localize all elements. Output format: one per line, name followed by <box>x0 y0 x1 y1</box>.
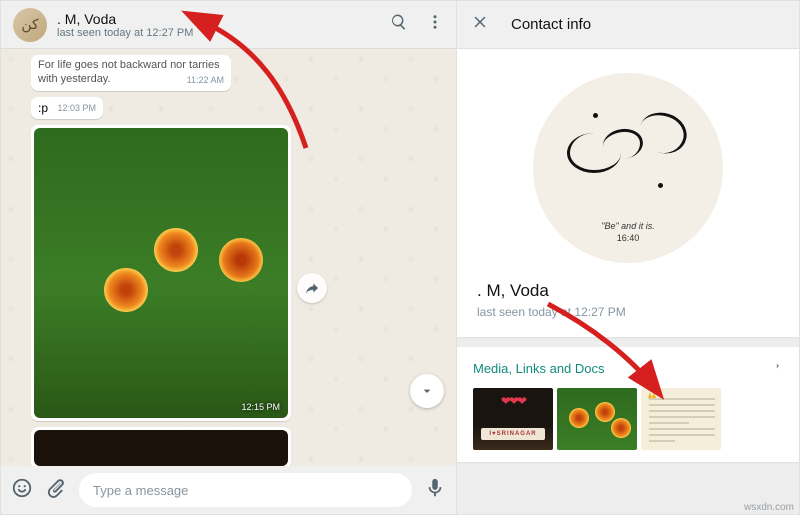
image-dark <box>34 430 288 466</box>
media-title: Media, Links and Docs <box>473 361 605 376</box>
message-input[interactable]: Type a message <box>79 473 412 507</box>
input-placeholder: Type a message <box>93 483 188 498</box>
chat-header[interactable]: كن . M, Voda last seen today at 12:27 PM <box>1 1 456 49</box>
pic-caption-1: "Be" and it is. <box>533 221 723 231</box>
attach-icon[interactable] <box>45 477 67 504</box>
scroll-down-button[interactable] <box>410 374 444 408</box>
calligraphy-art <box>563 107 692 198</box>
chat-header-title[interactable]: . M, Voda last seen today at 12:27 PM <box>57 11 390 39</box>
contact-info-panel: Contact info "Be" and it is. 16:40 . M, … <box>457 1 799 514</box>
contact-name: . M, Voda <box>57 11 390 27</box>
image-flowers: 12:15 PM <box>34 128 288 418</box>
message-time: 12:03 PM <box>57 103 96 113</box>
emoji-icon[interactable] <box>11 477 33 504</box>
message-time: 12:15 PM <box>241 402 280 412</box>
contact-info-body[interactable]: "Be" and it is. 16:40 . M, Voda last see… <box>457 49 799 514</box>
chat-panel: كن . M, Voda last seen today at 12:27 PM… <box>1 1 457 514</box>
profile-picture[interactable]: "Be" and it is. 16:40 <box>533 73 723 263</box>
profile-name: . M, Voda <box>477 281 779 301</box>
media-links-docs-card[interactable]: Media, Links and Docs ❤❤❤ I♥SRINAGAR ❝ <box>457 347 799 462</box>
profile-card: "Be" and it is. 16:40 . M, Voda last see… <box>457 49 799 337</box>
media-thumbnails: ❤❤❤ I♥SRINAGAR ❝ <box>473 388 783 450</box>
message-image[interactable]: 12:15 PM <box>31 125 291 421</box>
chat-body[interactable]: For life goes not backward nor tarries w… <box>1 49 456 466</box>
menu-icon[interactable] <box>426 13 444 36</box>
media-thumb-1[interactable]: ❤❤❤ I♥SRINAGAR <box>473 388 553 450</box>
close-icon[interactable] <box>471 13 489 36</box>
message-image-dark[interactable] <box>31 427 291 467</box>
chevron-right-icon[interactable] <box>773 359 783 378</box>
panel-title: Contact info <box>511 16 591 33</box>
message-text: :p <box>38 101 48 115</box>
message-time: 11:22 AM <box>187 75 224 86</box>
message-small[interactable]: :p 12:03 PM <box>31 97 103 119</box>
pic-caption-2: 16:40 <box>533 233 723 243</box>
forward-icon[interactable] <box>297 273 327 303</box>
search-icon[interactable] <box>390 13 408 36</box>
message-composer: Type a message <box>1 466 456 514</box>
watermark: wsxdn.com <box>744 502 794 513</box>
contact-status: last seen today at 12:27 PM <box>57 27 390 39</box>
mic-icon[interactable] <box>424 477 446 504</box>
media-thumb-3[interactable]: ❝ <box>641 388 721 450</box>
contact-info-header: Contact info <box>457 1 799 49</box>
message-quote[interactable]: For life goes not backward nor tarries w… <box>31 55 231 91</box>
media-thumb-2[interactable] <box>557 388 637 450</box>
profile-status: last seen today at 12:27 PM <box>477 305 779 319</box>
avatar[interactable]: كن <box>13 8 47 42</box>
